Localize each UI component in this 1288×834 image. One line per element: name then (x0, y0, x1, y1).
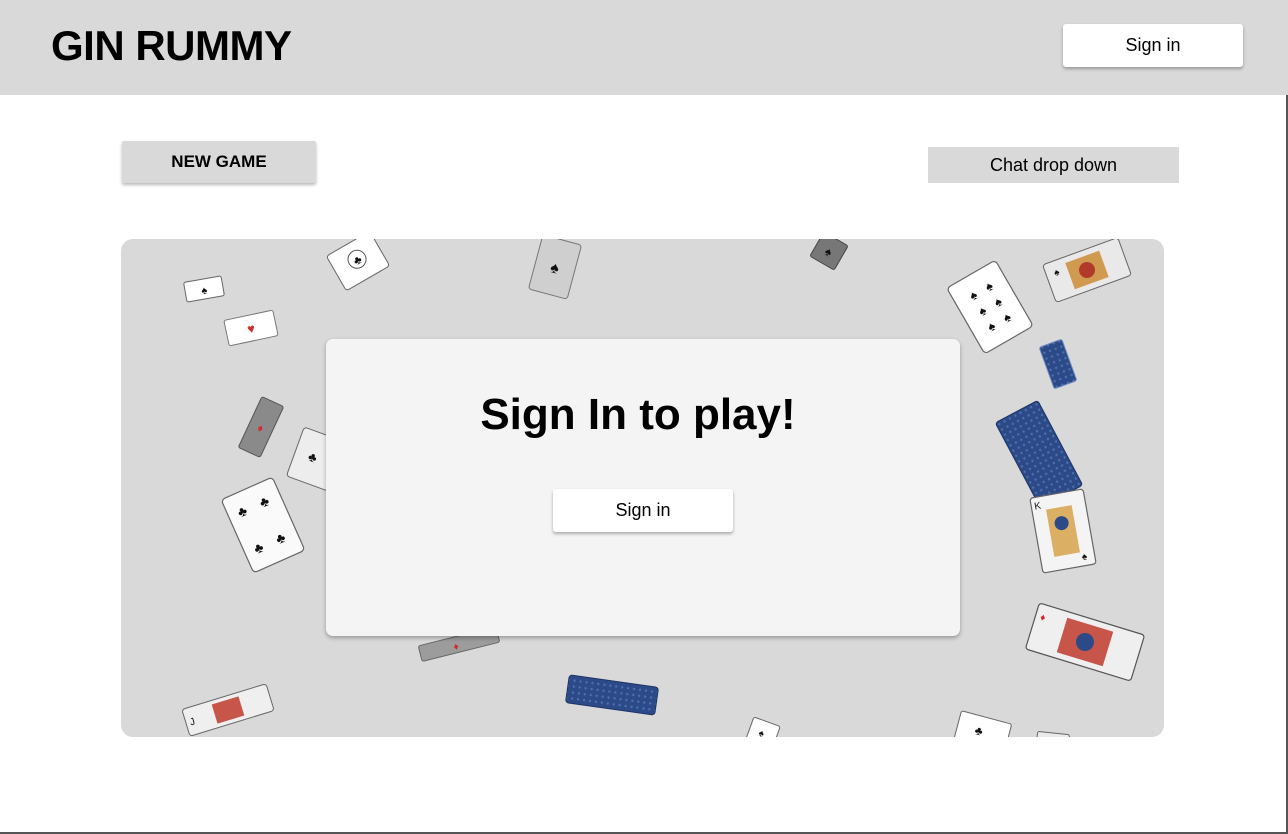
card-face-jack: J (182, 683, 274, 737)
signin-prompt-title: Sign In to play! (480, 390, 796, 439)
card-face-heart: ♥ (223, 309, 279, 347)
chat-dropdown[interactable]: Chat drop down (928, 147, 1179, 183)
card-face-king: K ♠ (1029, 488, 1097, 574)
card-face-queen: ♦ (1025, 603, 1145, 681)
card-face-spade: ♠ (810, 239, 848, 270)
card-face-club: ♠ (745, 716, 781, 737)
card-face-spade (1036, 731, 1070, 737)
panel-signin-button[interactable]: Sign in (553, 489, 733, 532)
new-game-button[interactable]: NEW GAME (122, 141, 316, 183)
signin-prompt-panel (326, 339, 960, 636)
app-title: GIN RUMMY (51, 22, 292, 69)
card-face-king: ♠ (1042, 239, 1132, 303)
card-face-club: ♣ (326, 239, 390, 291)
card-face-club: ♣ (954, 710, 1012, 737)
card-face-spade: ♠ (528, 239, 582, 300)
top-bar: GIN RUMMY Sign in (0, 0, 1288, 95)
card-back (565, 674, 659, 716)
card-face-spade: ♠ (183, 275, 225, 303)
header-signin-button[interactable]: Sign in (1063, 24, 1243, 67)
card-face-spade: ♠ ♠ ♠ ♠ ♠ ♠ (947, 260, 1033, 354)
card-back (1039, 339, 1077, 389)
card-face-club: ♣ ♣ ♣ ♣ (221, 477, 305, 573)
